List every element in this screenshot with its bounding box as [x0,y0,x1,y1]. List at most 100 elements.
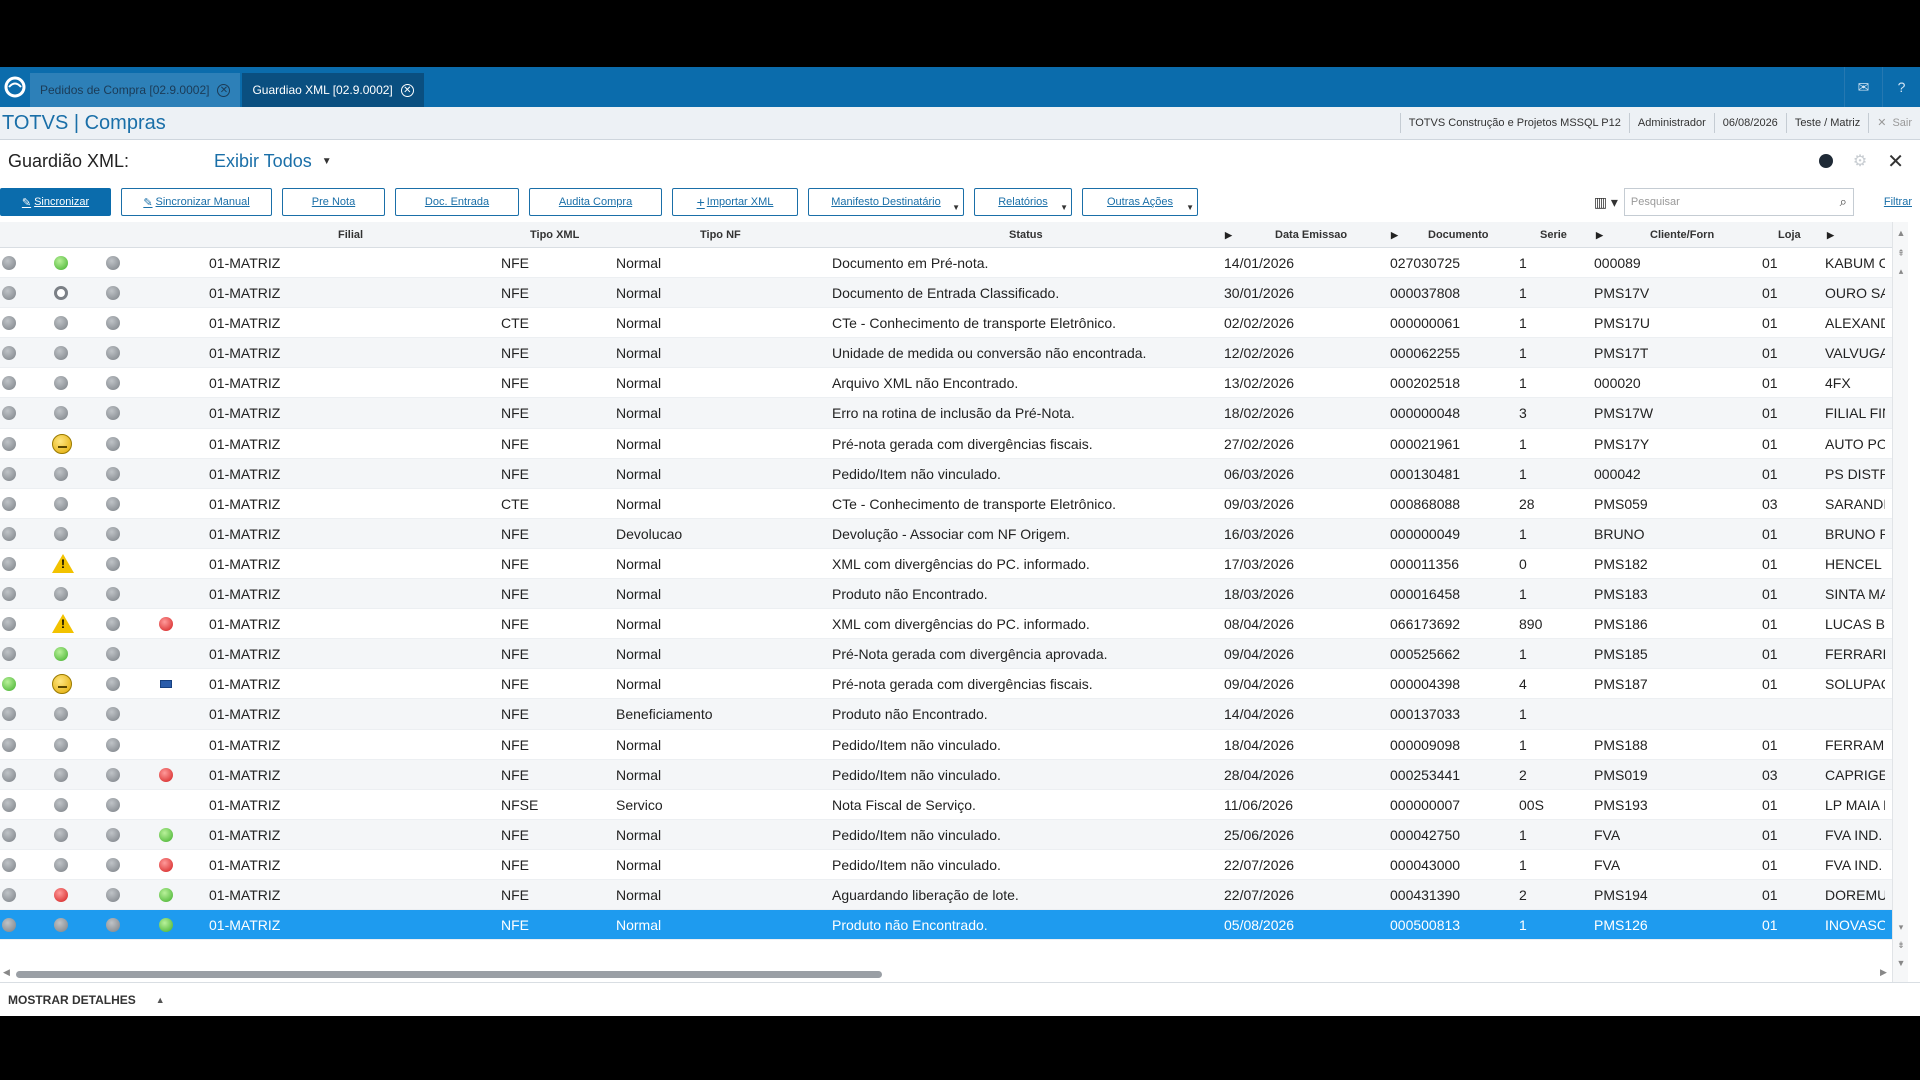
horizontal-scrollbar[interactable]: ◀ ▶ [0,967,1900,981]
relatorios-button[interactable]: Relatórios ▼ [974,188,1072,216]
table-row[interactable]: 01-MATRIZ CTE Normal CTe - Conhecimento de … [0,308,1900,339]
close-page-icon[interactable]: ✕ [1887,149,1904,174]
column-header-filial[interactable]: Filial [338,222,363,248]
cell-status: Pedido/Item não vinculado. [832,766,1001,783]
cell-serie: 1 [1519,586,1527,603]
column-arrow-icon[interactable]: ▶ [1391,222,1398,248]
column-header-tipo-nf[interactable]: Tipo NF [700,222,741,248]
column-header-status[interactable]: Status [1009,222,1043,248]
filtrar-link[interactable]: Filtrar [1854,196,1920,208]
cell-status: CTe - Conhecimento de transporte Eletrôn… [832,495,1117,512]
cell-data: 14/01/2026 [1224,255,1295,271]
close-tab-icon[interactable]: ✕ [400,83,414,97]
company-label[interactable]: TOTVS Construção e Projetos MSSQL P12 [1399,113,1629,133]
help-icon[interactable]: ? [1882,67,1920,107]
gear-icon[interactable]: ⚙ [1853,151,1867,171]
table-row[interactable]: 01-MATRIZ NFSE Servico Nota Fiscal de Servi… [0,790,1900,820]
table-row[interactable]: 01-MATRIZ NFE Normal Documento de Entrada C… [0,278,1900,309]
tab-guardiao-xml[interactable]: Guardiao XML [02.9.0002] ✕ [242,73,424,107]
table-row[interactable]: 01-MATRIZ NFE Normal Arquivo XML não Encont… [0,368,1900,399]
cell-cliente: PMS019 [1594,766,1648,783]
column-arrow-icon[interactable]: ▶ [1596,222,1603,248]
scroll-left-icon[interactable]: ◀ [3,967,10,978]
pencil-icon: ✎ [143,196,153,209]
scroll-right-icon[interactable]: ▶ [1880,967,1887,978]
column-header-serie[interactable]: Serie [1540,222,1567,248]
cell-tipo_nf: Normal [616,917,662,934]
tab-pedidos-compra[interactable]: Pedidos de Compra [02.9.0002] ✕ [30,73,241,107]
column-header-documento[interactable]: Documento [1428,222,1489,248]
scroll-up-icon[interactable]: ▲ [1893,228,1909,238]
horizontal-scroll-thumb[interactable] [16,971,882,978]
table-row[interactable]: 01-MATRIZ NFE Normal Erro na rotina de incl… [0,398,1900,429]
cell-tipo_xml: NFE [501,555,529,572]
branch-label[interactable]: Teste / Matriz [1785,113,1868,133]
table-row[interactable]: 01-MATRIZ CTE Normal CTe - Conhecimento de … [0,489,1900,519]
table-row[interactable]: 01-MATRIZ NFE Normal XML com divergências d… [0,609,1900,640]
chevron-down-icon: ▼ [321,155,332,167]
table-row[interactable]: 01-MATRIZ NFE Normal Documento em Pré-nota.… [0,248,1900,279]
scroll-down-icon[interactable]: ▼ [1893,958,1909,968]
table-row[interactable]: 01-MATRIZ NFE Normal Pré-Nota gerada com di… [0,639,1900,670]
cell-tipo_xml: NFE [501,826,529,843]
date-label[interactable]: 06/08/2026 [1713,113,1786,133]
cell-nome: PS DISTR [1825,465,1885,482]
logout-button[interactable]: ✕ Sair [1868,113,1920,133]
columns-icon[interactable]: ▥ ▾ [1588,194,1624,211]
column-arrow-icon[interactable]: ▶ [1827,222,1834,248]
grey-status-icon [2,707,16,722]
cell-cliente: PMS183 [1594,586,1648,603]
table-row[interactable]: 01-MATRIZ NFE Normal Pré-nota gerada com di… [0,429,1900,459]
close-tab-icon[interactable]: ✕ [217,83,231,97]
column-header-loja[interactable]: Loja [1778,222,1801,248]
status-dot-icon[interactable] [1818,154,1833,168]
scroll-step-down-icon[interactable]: ▾ [1893,922,1909,933]
mail-icon[interactable]: ✉ [1844,67,1882,107]
user-label[interactable]: Administrador [1628,113,1714,133]
table-row[interactable]: 01-MATRIZ NFE Devolucao Devolução - Associa… [0,518,1900,549]
cell-tipo_xml: NFE [501,766,529,783]
search-input[interactable]: Pesquisar ⌕ [1623,188,1854,216]
table-row[interactable]: 01-MATRIZ NFE Normal Pré-nota gerada com di… [0,669,1900,700]
scroll-page-up-icon[interactable]: ⇞ [1893,248,1909,259]
view-filter-select[interactable]: Exibir Todos ▼ [214,151,332,172]
importar-xml-button[interactable]: + Importar XML [672,188,798,216]
grid-header: Filial Tipo XML Tipo NF Status ▶ Data Em… [0,222,1900,248]
search-icon[interactable]: ⌕ [1840,194,1847,210]
cell-nome: SINTA MA [1825,586,1885,603]
column-header-cliente[interactable]: Cliente/Forn [1650,222,1714,248]
table-row[interactable]: 01-MATRIZ NFE Normal Pedido/Item não vincul… [0,850,1900,880]
table-row[interactable]: 01-MATRIZ NFE Normal Unidade de medida ou c… [0,338,1900,369]
table-row[interactable]: 01-MATRIZ NFE Normal Pedido/Item não vincul… [0,759,1900,790]
table-row[interactable]: 01-MATRIZ NFE Beneficiamento Produto não En… [0,699,1900,730]
sync-button[interactable]: ✎ Sincronizar [0,188,111,216]
table-row[interactable]: 01-MATRIZ NFE Normal XML com divergências d… [0,549,1900,580]
chevron-up-icon[interactable]: ▲ [156,995,165,1005]
table-row[interactable]: 01-MATRIZ NFE Normal Produto não Encontrado… [0,579,1900,610]
grey-status-icon [2,797,16,812]
outras-acoes-button[interactable]: Outras Ações ▼ [1082,188,1198,216]
scroll-step-up-icon[interactable]: ▴ [1893,266,1909,277]
scroll-page-down-icon[interactable]: ⇟ [1893,940,1909,951]
table-row[interactable]: 01-MATRIZ NFE Normal Pedido/Item não vincul… [0,730,1900,760]
pre-nota-button[interactable]: Pre Nota [282,188,385,216]
cell-filial: 01-MATRIZ [209,465,281,482]
details-footer[interactable]: MOSTRAR DETALHES ▲ [0,982,1920,1016]
table-row[interactable]: 01-MATRIZ NFE Normal Pedido/Item não vincul… [0,819,1900,850]
sync-manual-button[interactable]: ✎ Sincronizar Manual [121,188,272,216]
audita-compra-button[interactable]: Audita Compra [529,188,662,216]
doc-entrada-button[interactable]: Doc. Entrada [395,188,519,216]
manifesto-button[interactable]: Manifesto Destinatário ▼ [808,188,964,216]
cell-cliente: FVA [1594,856,1621,873]
table-row[interactable]: 01-MATRIZ NFE Normal Pedido/Item não vincul… [0,458,1900,489]
show-details-label[interactable]: MOSTRAR DETALHES [8,993,136,1007]
column-header-tipo-xml[interactable]: Tipo XML [530,222,579,248]
column-arrow-icon[interactable]: ▶ [1225,222,1232,248]
importar-label: Importar XML [706,196,774,208]
column-header-data[interactable]: Data Emissao [1275,222,1347,248]
cell-nome: 4FX [1825,375,1851,392]
totvs-logo-icon[interactable] [0,67,30,107]
vertical-scrollbar[interactable]: ▲ ⇞ ▴ ▾ ⇟ ▼ [1892,222,1908,982]
table-row[interactable]: 01-MATRIZ NFE Normal Produto não Encontrado… [0,910,1900,941]
table-row[interactable]: 01-MATRIZ NFE Normal Aguardando liberação d… [0,879,1900,911]
